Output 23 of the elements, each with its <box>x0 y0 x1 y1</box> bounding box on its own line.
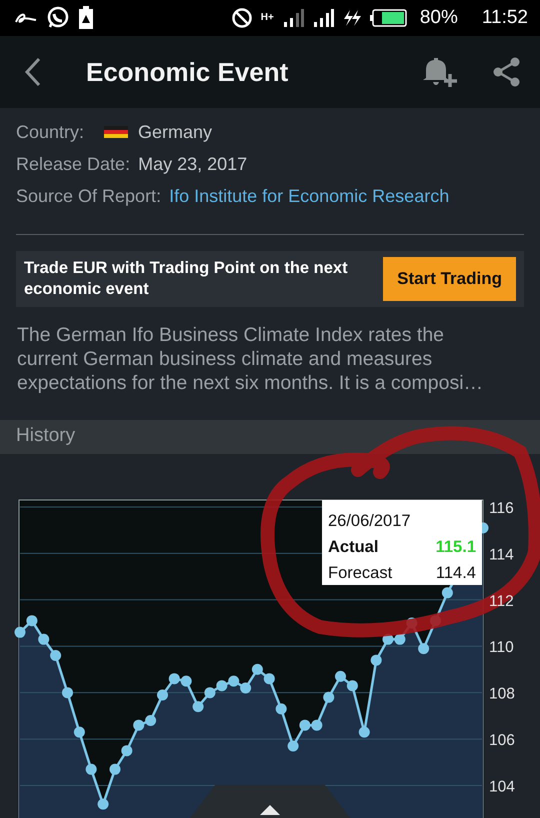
event-description: The German Ifo Business Climate Index rates the current German business climate and measures expectations for the next six months. It is a composi… <box>17 322 484 394</box>
section-title: History <box>16 424 76 448</box>
axis-label: 106 <box>489 732 515 749</box>
tooltip-value: 114.4 <box>436 562 476 584</box>
network-type-label: H+ <box>260 13 274 23</box>
field-value: May 23, 2017 <box>138 152 248 176</box>
tooltip-label: Actual <box>328 536 378 558</box>
tooltip-label: Forecast <box>328 562 392 584</box>
axis-label: 108 <box>489 685 515 702</box>
field-label: Source Of Report: <box>16 184 162 208</box>
field-label: Release Date: <box>16 152 130 176</box>
axis-label: 110 <box>489 638 514 656</box>
clock: 11:52 <box>482 6 528 30</box>
axis-label: 104 <box>489 778 515 795</box>
axis-label: 116 <box>489 499 514 516</box>
screen-title: Economic Event <box>86 56 288 88</box>
field-value: Germany <box>138 120 212 144</box>
field-label: Country: <box>16 120 84 144</box>
tooltip-date: 26/06/2017 <box>328 510 412 532</box>
battery-percent: 80% <box>420 6 458 30</box>
tooltip-value: 115.1 <box>436 536 476 558</box>
promo-text: Trade EUR with Trading Point on the next economic event <box>24 258 349 300</box>
axis-label: 114 <box>489 546 514 563</box>
